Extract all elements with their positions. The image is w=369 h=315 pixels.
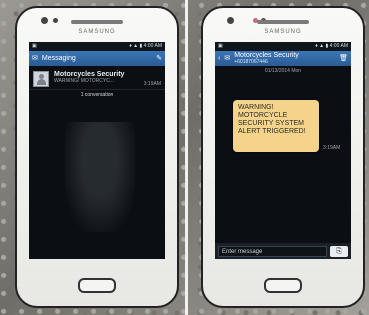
phone-left: SAMSUNG ▣ ♦ ▲ ▮ 4:00 AM ✉ Messaging ✎ Mo… [15,6,179,308]
brand-label: SAMSUNG [264,29,302,35]
attach-icon[interactable]: ⎘ [330,245,348,257]
status-time: 4:00 AM [329,43,348,49]
status-icons: ♦ ▲ ▮ [315,43,329,49]
thread-snippet: WARNING! MOTORCYC... [54,78,114,84]
status-bar: ▣ ♦ ▲ ▮ 4:00 AM [215,42,351,51]
thread-time: 3:19AM [143,81,161,87]
notification-icon: ▣ [218,43,223,49]
front-camera-icon [227,17,234,24]
app-title: Messaging [41,55,76,62]
sensor-icon [53,18,58,23]
conversation-count: 1 conversation [80,92,114,98]
status-bar: ▣ ♦ ▲ ▮ 4:00 AM [29,42,165,51]
earpiece-speaker [71,20,123,24]
message-bubble[interactable]: WARNING! MOTORCYCLE SECURITY SYSTEM ALER… [233,100,319,152]
thread-contact: Motorcycles Security [54,71,125,78]
notification-icon: ▣ [32,43,37,49]
front-camera-icon [41,17,48,24]
home-button[interactable] [78,278,116,293]
screen-conversation: ▣ ♦ ▲ ▮ 4:00 AM ‹ ✉ Motorcycles Security… [215,42,351,259]
app-header: ✉ Messaging ✎ [29,51,165,66]
earpiece-speaker [257,20,309,24]
status-time: 4:00 AM [143,43,162,49]
panel-divider [185,0,188,315]
status-icons: ♦ ▲ ▮ [129,43,143,49]
messaging-app-icon: ✉ [32,55,38,62]
brand-label: SAMSUNG [78,29,116,35]
screen-messaging-list: ▣ ♦ ▲ ▮ 4:00 AM ✉ Messaging ✎ Motorcycle… [29,42,165,259]
contact-number: +60187067446 [234,58,268,65]
screen-reflection [65,122,135,232]
phone-right: SAMSUNG ▣ ♦ ▲ ▮ 4:00 AM ‹ ✉ Motorcycles … [201,6,365,308]
message-time: 3:19AM [323,145,341,151]
compose-bar: Enter message ⎘ [215,243,351,259]
home-button[interactable] [264,278,302,293]
messaging-app-icon: ✉ [224,55,231,62]
delete-icon[interactable]: 🗑 [339,55,348,62]
app-header: ‹ ✉ Motorcycles Security +60187067446 🗑 [215,51,351,66]
back-icon[interactable]: ‹ [218,55,220,62]
list-item[interactable]: Motorcycles Security WARNING! MOTORCYC..… [29,66,165,90]
avatar [33,71,49,87]
date-separator: 01/13/2014 Mon [264,68,302,74]
message-input[interactable]: Enter message [218,245,327,257]
contact-title: Motorcycles Security [234,51,299,59]
compose-icon[interactable]: ✎ [156,55,162,62]
